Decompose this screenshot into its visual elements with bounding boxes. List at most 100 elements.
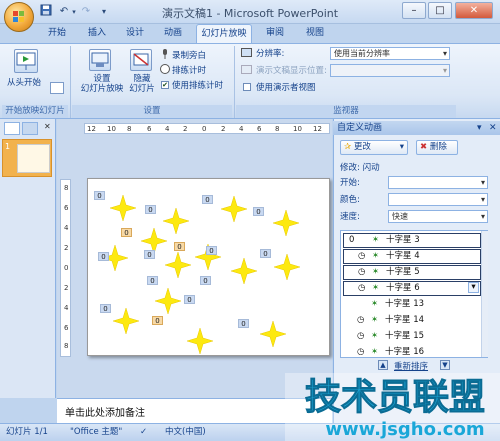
move-up-icon[interactable]: ▲ <box>378 360 388 370</box>
theme-name: "Office 主题" <box>70 427 123 437</box>
star-shape-16 <box>259 320 287 348</box>
pane-title: 自定义动画 <box>337 123 383 133</box>
ruler-tick: 6 <box>257 125 262 133</box>
animation-tag[interactable]: 0 <box>94 191 105 200</box>
star-shapes[interactable] <box>88 179 331 357</box>
ruler-tick: 12 <box>87 125 96 133</box>
remove-button[interactable]: ✖ 删除 <box>416 140 458 155</box>
effect-icon: ✶ <box>371 299 379 309</box>
list-item[interactable]: ◷ ✶ 十字星 15 <box>343 330 481 345</box>
ruler-tick: 6 <box>64 204 69 212</box>
use-timings-checkbox[interactable]: ✔ <box>161 81 169 89</box>
move-down-icon[interactable]: ▼ <box>440 360 450 370</box>
chevron-down-icon[interactable]: ▾ <box>477 121 482 135</box>
color-select[interactable]: ▾ <box>388 193 488 206</box>
maximize-button[interactable]: □ <box>428 2 452 19</box>
tab-view[interactable]: 视图 <box>302 24 328 43</box>
display-icon <box>241 65 252 74</box>
ruler-tick: 8 <box>275 125 280 133</box>
customize-icon[interactable]: ▾ <box>96 4 112 20</box>
start-select[interactable]: ▾ <box>388 176 488 189</box>
thumbnail-selection[interactable]: 1 <box>2 139 52 177</box>
list-item[interactable]: ✶ 十字星 13 <box>343 298 481 313</box>
list-scrollbar[interactable] <box>481 231 488 357</box>
tab-insert[interactable]: 插入 <box>84 24 110 43</box>
language-indicator[interactable]: 中文(中国) <box>165 424 206 441</box>
list-item[interactable]: 0 ✶ 十字星 3 <box>343 233 481 248</box>
tab-design[interactable]: 设计 <box>122 24 148 43</box>
setup-show-button[interactable] <box>89 49 111 71</box>
animation-tag[interactable]: 0 <box>184 295 195 304</box>
tab-review[interactable]: 审阅 <box>262 24 288 43</box>
list-item[interactable]: ◷ ✶ 十字星 6 ▾ <box>343 281 481 296</box>
show-on-select[interactable]: ▾ <box>330 64 450 77</box>
list-item[interactable]: ◷ ✶ 十字星 16 <box>343 346 481 358</box>
list-item[interactable]: ◷ ✶ 十字星 14 <box>343 314 481 329</box>
chevron-down-icon[interactable]: ▾ <box>468 282 479 293</box>
ruler-tick: 10 <box>293 125 302 133</box>
office-button[interactable] <box>4 2 34 32</box>
record-narration-button[interactable]: 录制旁白 <box>172 49 206 61</box>
animation-tag[interactable]: 0 <box>253 207 264 216</box>
resolution-select[interactable]: 使用当前分辨率 ▾ <box>330 47 450 60</box>
animation-tag[interactable]: 0 <box>98 252 109 261</box>
animation-tag[interactable]: 0 <box>145 205 156 214</box>
save-icon[interactable] <box>38 4 54 20</box>
animation-tag[interactable]: 0 <box>200 276 211 285</box>
ruler-tick: 2 <box>64 284 69 292</box>
close-icon[interactable]: ✕ <box>44 122 51 131</box>
minimize-button[interactable]: – <box>402 2 426 19</box>
from-current-icon[interactable] <box>50 82 64 94</box>
tab-slideshow[interactable]: 幻灯片放映 <box>196 24 252 43</box>
pane-header: 自定义动画 ▾ ✕ <box>333 121 500 135</box>
presenter-view-checkbox[interactable] <box>243 83 251 91</box>
delete-icon: ✖ <box>420 142 428 152</box>
effect-icon: ✶ <box>372 283 380 293</box>
redo-icon[interactable]: ↷ <box>78 4 94 20</box>
speed-select[interactable]: 快速 ▾ <box>388 210 488 223</box>
item-name: 十字星 15 <box>385 331 425 341</box>
animation-tag[interactable]: 0 <box>144 250 155 259</box>
slides-pane: ✕ 1 <box>0 119 56 398</box>
star-shape-14 <box>154 287 182 315</box>
animation-tag[interactable]: 0 <box>121 228 132 237</box>
animation-tag[interactable]: 0 <box>100 304 111 313</box>
office-logo-icon <box>13 11 25 23</box>
list-item[interactable]: ◷ ✶ 十字星 5 <box>343 265 481 280</box>
chevron-down-icon: ▾ <box>480 212 485 221</box>
animation-tag[interactable]: 0 <box>152 316 163 325</box>
animation-list[interactable]: 0 ✶ 十字星 3 ◷ ✶ 十字星 4 ◷ ✶ 十字星 5 ◷ ✶ 十字星 6 … <box>340 230 488 358</box>
effect-icon: ✶ <box>372 235 380 245</box>
tab-animations[interactable]: 动画 <box>160 24 186 43</box>
slides-tab[interactable] <box>4 122 20 135</box>
item-name: 十字星 3 <box>386 235 420 245</box>
close-button[interactable]: ✕ <box>455 2 493 19</box>
animation-tag[interactable]: 0 <box>147 276 158 285</box>
star-shape-5 <box>220 195 248 223</box>
animation-tag[interactable]: 0 <box>238 319 249 328</box>
tab-home[interactable]: 开始 <box>44 24 70 43</box>
ribbon: 从头开始 开始放映幻灯片 设置 幻灯片放映 隐藏 幻灯片 录制旁白 排练计时 ✔… <box>0 43 500 119</box>
slide-canvas[interactable]: 0 0 0 0 0 0 0 0 0 0 0 0 0 0 0 0 <box>87 178 330 356</box>
group-label-start-show: 开始放映幻灯片 <box>2 105 68 118</box>
animation-tag[interactable]: 0 <box>174 242 185 251</box>
ruler-tick: 8 <box>127 125 132 133</box>
list-item[interactable]: ◷ ✶ 十字星 4 <box>343 249 481 264</box>
hide-slide-button[interactable] <box>130 49 152 71</box>
animation-tag[interactable]: 0 <box>202 195 213 204</box>
ruler-tick: 4 <box>165 125 170 133</box>
clock-icon: ◷ <box>358 251 366 261</box>
spellcheck-icon[interactable]: ✓ <box>140 424 147 441</box>
close-icon[interactable]: ✕ <box>489 121 497 135</box>
star-shape-11 <box>230 257 258 285</box>
change-effect-button[interactable]: ✰ 更改 ▾ <box>340 140 408 155</box>
change-label: 更改 <box>353 142 371 152</box>
animation-tag[interactable]: 0 <box>260 249 271 258</box>
outline-tab[interactable] <box>22 122 38 135</box>
from-start-button[interactable] <box>14 49 38 73</box>
group-label-setup: 设置 <box>72 105 232 118</box>
clock-icon: ◷ <box>357 347 365 357</box>
slide-thumbnail <box>17 144 50 173</box>
animation-tag[interactable]: 0 <box>206 246 217 255</box>
rehearse-timings-button[interactable]: 排练计时 <box>172 64 206 76</box>
